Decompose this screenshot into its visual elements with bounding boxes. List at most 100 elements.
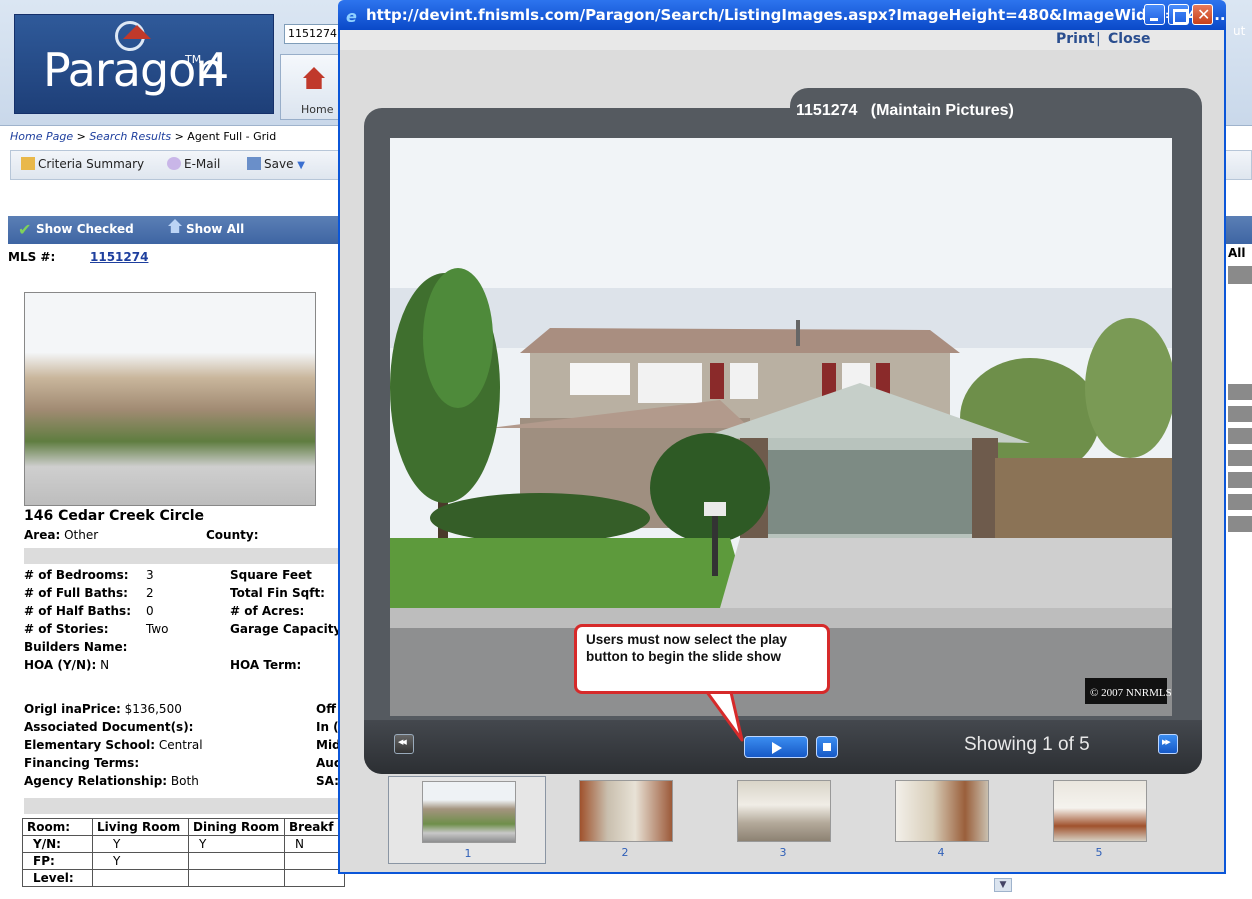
breadcrumb-separator: > — [171, 130, 188, 143]
close-window-button[interactable]: ✕ — [1192, 4, 1213, 25]
garage-field: Garage Capacity — [230, 622, 341, 636]
table-cell: Y — [92, 835, 189, 853]
builders-field: Builders Name: — [24, 640, 127, 654]
scroll-down-icon[interactable]: ▼ — [994, 878, 1012, 892]
right-all-link[interactable]: All — [1228, 246, 1246, 260]
orig-price-value: $136,500 — [124, 702, 182, 716]
thumbnail-1[interactable]: 1 — [388, 776, 546, 864]
right-panel-bar — [1228, 472, 1252, 488]
home-icon — [303, 67, 325, 89]
close-link[interactable]: Close — [1108, 31, 1151, 47]
thumbnail-5[interactable]: 5 — [1020, 776, 1178, 864]
show-all-button[interactable]: Show All — [186, 222, 244, 236]
elem-school-value: Central — [158, 738, 203, 752]
thumbnail-number: 3 — [779, 846, 787, 859]
breadcrumb: Home Page > Search Results > Agent Full … — [10, 130, 276, 143]
home-button-label: Home — [301, 103, 334, 116]
thumbnail-image — [1053, 780, 1147, 842]
show-checked-button[interactable]: Show Checked — [36, 222, 134, 236]
thumbnail-image — [579, 780, 673, 842]
email-button[interactable]: E-Mail — [167, 157, 220, 171]
table-cell: Y — [188, 835, 285, 853]
table-cell: N — [284, 835, 345, 853]
callout-pointer — [702, 688, 744, 742]
print-link[interactable]: Print — [1056, 31, 1095, 47]
mls-search-input[interactable]: 1151274 — [284, 24, 344, 44]
thumbnail-number: 1 — [464, 847, 472, 860]
thumbnail-4[interactable]: 4 — [862, 776, 1020, 864]
right-panel-bar — [1228, 384, 1252, 400]
breadcrumb-separator: > — [73, 130, 90, 143]
stories-field: # of Stories: — [24, 622, 109, 636]
save-button[interactable]: Save ▼ — [247, 157, 305, 171]
email-icon — [167, 157, 181, 170]
half-baths-label: # of Half Baths: — [24, 604, 131, 618]
breadcrumb-results-link[interactable]: Search Results — [89, 130, 171, 143]
thumbnail-image — [737, 780, 831, 842]
right-panel-bar — [1228, 428, 1252, 444]
square-feet-field: Square Feet — [230, 568, 312, 582]
minimize-button[interactable] — [1144, 4, 1165, 25]
bedrooms-field: # of Bedrooms: — [24, 568, 129, 582]
thumbnail-2[interactable]: 2 — [546, 776, 704, 864]
listing-images-window: e http://devint.fnismls.com/Paragon/Sear… — [338, 0, 1226, 874]
table-cell — [92, 869, 189, 887]
previous-button[interactable] — [394, 734, 414, 754]
table-cell — [284, 852, 345, 870]
area-label: Area: — [24, 528, 61, 542]
save-dropdown-icon[interactable]: ▼ — [297, 160, 305, 171]
criteria-summary-button[interactable]: Criteria Summary — [21, 157, 144, 171]
table-cell — [284, 869, 345, 887]
financing-label: Financing Terms: — [24, 756, 140, 770]
truncated-sa-label: SA: — [316, 774, 339, 788]
listing-photo[interactable] — [24, 292, 316, 506]
window-titlebar[interactable]: e http://devint.fnismls.com/Paragon/Sear… — [338, 0, 1226, 30]
window-url: http://devint.fnismls.com/Paragon/Search… — [366, 6, 1226, 24]
thumbnail-3[interactable]: 3 — [704, 776, 862, 864]
truncated-off-label: Off — [316, 702, 336, 716]
acres-field: # of Acres: — [230, 604, 304, 618]
link-separator: | — [1096, 31, 1101, 47]
full-baths-field: # of Full Baths: — [24, 586, 128, 600]
email-label: E-Mail — [184, 157, 221, 171]
total-fin-field: Total Fin Sqft: — [230, 586, 325, 600]
acres-label: # of Acres: — [230, 604, 305, 618]
next-button[interactable] — [1158, 734, 1178, 754]
instruction-callout: Users must now select the play button to… — [574, 624, 830, 694]
stop-button[interactable] — [816, 736, 838, 758]
table-header-cell: Room: — [22, 818, 93, 836]
viewer-title: 1151274 (Maintain Pictures) — [796, 102, 1014, 119]
logo-version: 4 — [200, 43, 230, 97]
area-field: Area: Other — [24, 528, 98, 542]
assoc-docs-field: Associated Document(s): — [24, 720, 193, 734]
logo-tm: TM — [185, 53, 202, 66]
breadcrumb-home-link[interactable]: Home Page — [10, 130, 73, 143]
table-header-cell: Dining Room — [188, 818, 285, 836]
thumbnail-image — [422, 781, 516, 843]
home-button[interactable]: Home — [280, 54, 344, 120]
header-right-text[interactable]: ut — [1233, 24, 1245, 38]
table-cell: Y/N: — [22, 835, 93, 853]
mls-number-link[interactable]: 1151274 — [90, 250, 148, 264]
financing-field: Financing Terms: — [24, 756, 139, 770]
thumbnail-number: 4 — [937, 846, 945, 859]
right-panel-bar — [1228, 450, 1252, 466]
orig-price-label: Origl inaPrice: — [24, 702, 121, 716]
hoa-term-field: HOA Term: — [230, 658, 301, 672]
hoa-field: HOA (Y/N): N — [24, 658, 109, 672]
agency-field: Agency Relationship: Both — [24, 774, 199, 788]
county-label: County: — [206, 528, 259, 542]
hoa-label: HOA (Y/N): — [24, 658, 97, 672]
table-header-cell: Breakf — [284, 818, 345, 836]
checkmark-icon: ✔ — [18, 220, 32, 239]
orig-price-field: Origl inaPrice: $136,500 — [24, 702, 182, 716]
table-row: Room: Living Room Dining Room Breakf — [22, 818, 345, 836]
maximize-button[interactable] — [1168, 4, 1189, 25]
hoa-value: N — [100, 658, 110, 672]
assoc-docs-label: Associated Document(s): — [24, 720, 194, 734]
bedrooms-value: 3 — [146, 568, 154, 582]
table-cell: Y — [92, 852, 189, 870]
thumbnail-number: 5 — [1095, 846, 1103, 859]
criteria-summary-label: Criteria Summary — [38, 157, 145, 171]
truncated-label: Mid — [316, 738, 341, 752]
